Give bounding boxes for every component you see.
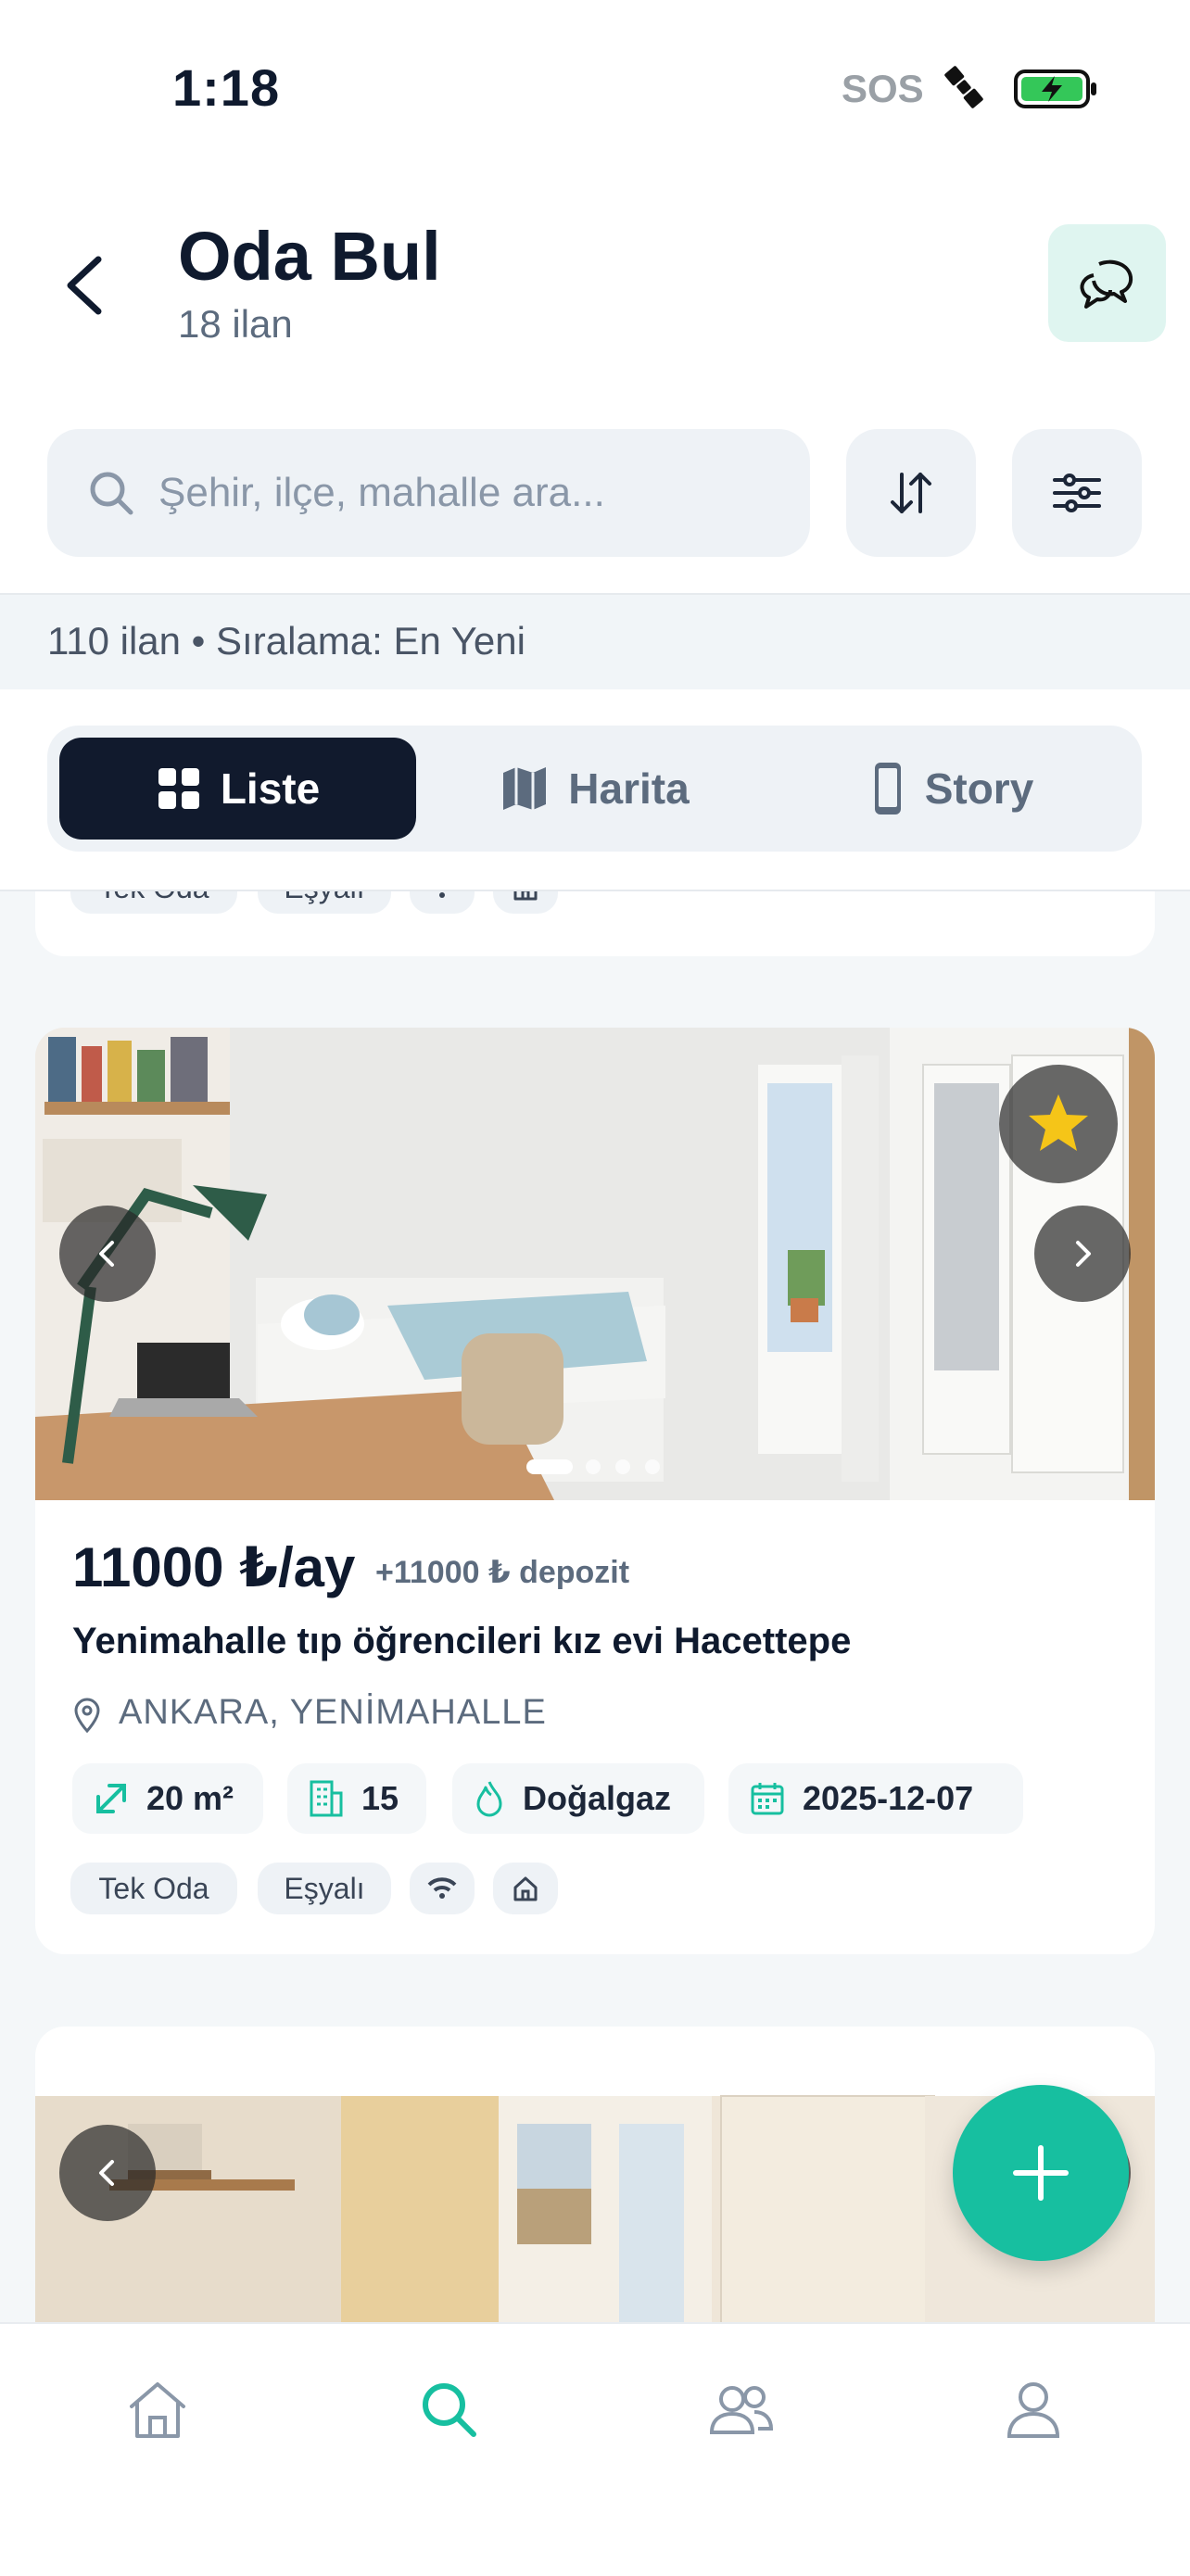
home-icon <box>493 891 558 914</box>
chat-button[interactable] <box>1048 224 1166 342</box>
feature-area-label: 20 m² <box>146 1779 234 1817</box>
photo-pagination <box>526 1459 660 1474</box>
filter-button[interactable] <box>1012 429 1142 557</box>
results-info-text: 110 ilan • Sıralama: En Yeni <box>47 619 525 663</box>
listing-price: 11000 ₺/ay <box>72 1536 356 1598</box>
sort-button[interactable] <box>846 429 976 557</box>
grid-icon <box>158 768 199 809</box>
listing-deposit: +11000 ₺ depozit <box>375 1555 630 1590</box>
location-pin-icon <box>74 1698 100 1734</box>
status-sos: SOS <box>842 67 924 110</box>
favorite-button[interactable] <box>999 1065 1118 1183</box>
resize-icon <box>96 1784 126 1813</box>
tab-profile[interactable] <box>992 2368 1075 2452</box>
photo-prev-button[interactable] <box>59 2125 156 2221</box>
users-icon <box>709 2386 774 2434</box>
wifi-icon <box>410 891 475 914</box>
tab-story[interactable]: Story <box>773 738 1130 840</box>
map-icon <box>503 767 547 810</box>
listing-count: 18 ilan <box>178 302 293 346</box>
tab-liste[interactable]: Liste <box>59 738 416 840</box>
satellite-icon <box>938 61 990 113</box>
search-icon <box>90 472 133 515</box>
page-title: Oda Bul <box>178 218 441 295</box>
wifi-icon <box>410 1863 475 1914</box>
building-icon <box>310 1780 343 1817</box>
listing-card[interactable]: 11000 ₺/ay +11000 ₺ depozit Yenimahalle … <box>35 1028 1155 1954</box>
photo-next-button[interactable] <box>1034 1206 1131 1302</box>
feature-date-label: 2025-12-07 <box>803 1779 974 1817</box>
tab-harita-label: Harita <box>568 764 690 813</box>
tag-chip: Eşyalı <box>258 891 391 914</box>
add-listing-button[interactable] <box>953 2085 1129 2261</box>
listing-location: ANKARA, YENİMAHALLE <box>119 1693 547 1732</box>
tag-chip: Tek Oda <box>70 1863 237 1914</box>
user-icon <box>1006 2382 1060 2438</box>
chevron-right-icon <box>1076 1241 1091 1267</box>
search-bar[interactable] <box>47 429 810 557</box>
tag-chip: Tek Oda <box>70 891 237 914</box>
listing-title: Yenimahalle tıp öğrencileri kız evi Hace… <box>72 1621 852 1661</box>
battery-charging-icon <box>1014 69 1099 109</box>
tab-search[interactable] <box>408 2368 491 2452</box>
feature-area: 20 m² <box>72 1763 263 1834</box>
calendar-icon <box>751 1783 784 1815</box>
home-icon <box>493 1863 558 1914</box>
photo-prev-button[interactable] <box>59 1206 156 1302</box>
tag-chip: Eşyalı <box>258 1863 391 1914</box>
sort-arrows-icon <box>891 473 931 513</box>
chat-bubbles-icon <box>1080 259 1133 309</box>
phone-icon <box>874 763 901 814</box>
feature-heating-label: Doğalgaz <box>523 1779 672 1817</box>
search-icon <box>423 2383 476 2437</box>
tab-story-label: Story <box>924 764 1034 813</box>
tab-people[interactable] <box>700 2368 783 2452</box>
plus-icon <box>1013 2145 1069 2201</box>
chevron-left-icon <box>99 2160 114 2186</box>
search-input[interactable] <box>157 469 791 517</box>
tab-liste-label: Liste <box>220 764 321 813</box>
sliders-icon <box>1053 474 1101 512</box>
feature-date: 2025-12-07 <box>728 1763 1023 1834</box>
star-icon <box>1029 1094 1088 1151</box>
listing-card-previous[interactable]: Tek Oda Eşyalı <box>35 891 1155 956</box>
tab-home[interactable] <box>116 2368 199 2452</box>
feature-floor-label: 15 <box>361 1779 399 1817</box>
chevron-left-icon <box>99 1241 114 1267</box>
home-icon <box>130 2382 185 2438</box>
listing-photo[interactable] <box>35 1028 1155 1500</box>
feature-floor: 15 <box>287 1763 426 1834</box>
tab-harita[interactable]: Harita <box>416 738 773 840</box>
feature-heating: Doğalgaz <box>452 1763 704 1834</box>
status-time: 1:18 <box>172 58 281 117</box>
chevron-left-icon <box>67 256 102 315</box>
results-info: 110 ilan • Sıralama: En Yeni <box>0 593 1190 691</box>
flame-icon <box>476 1781 502 1817</box>
back-button[interactable] <box>54 239 113 322</box>
